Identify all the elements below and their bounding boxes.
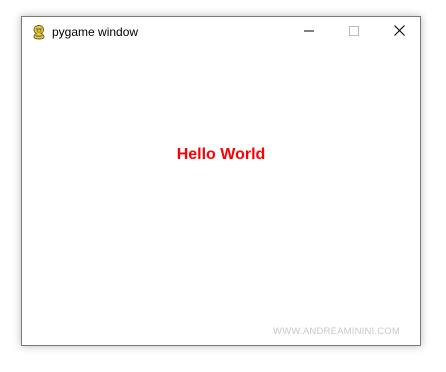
title-bar[interactable]: pygame window	[22, 17, 420, 47]
close-icon	[393, 23, 405, 41]
game-canvas[interactable]: Hello World WWW.ANDREAMININI.COM	[22, 47, 420, 345]
minimize-icon	[304, 23, 314, 41]
hello-world-text: Hello World	[176, 146, 266, 163]
pygame-snake-icon	[31, 24, 47, 40]
pygame-window: pygame window Hello World WWW.ANDREAMINI…	[21, 16, 421, 346]
close-button[interactable]	[376, 17, 422, 47]
minimize-button[interactable]	[286, 17, 332, 47]
maximize-icon	[349, 23, 359, 41]
watermark-text: WWW.ANDREAMININI.COM	[273, 326, 400, 337]
maximize-button[interactable]	[331, 17, 377, 47]
window-title: pygame window	[52, 25, 139, 39]
